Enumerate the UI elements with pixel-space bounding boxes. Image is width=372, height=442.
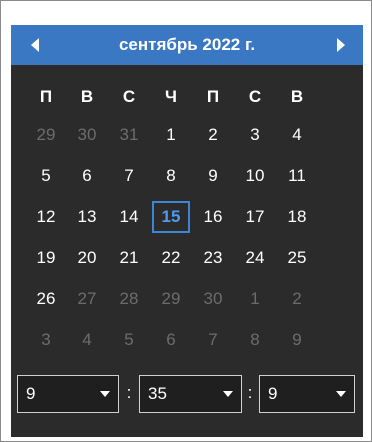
hour-select[interactable]: 9 [17, 375, 119, 413]
hour-value: 9 [26, 384, 36, 403]
day-cell[interactable]: 8 [236, 324, 274, 356]
next-month-button[interactable] [321, 25, 361, 65]
day-cell[interactable]: 21 [110, 242, 148, 274]
day-cell[interactable]: 25 [278, 242, 316, 274]
time-selector: 9 : 35 : 9 [11, 375, 363, 415]
day-cell[interactable]: 9 [278, 324, 316, 356]
triangle-right-icon [337, 38, 345, 52]
triangle-left-icon [31, 38, 39, 52]
day-cell[interactable]: 11 [278, 160, 316, 192]
day-cell[interactable]: 19 [27, 242, 65, 274]
day-cell[interactable]: 28 [110, 283, 148, 315]
day-cell[interactable]: 4 [68, 324, 106, 356]
weekday-label: П [206, 87, 220, 106]
day-cell[interactable]: 1 [236, 283, 274, 315]
prev-month-button[interactable] [15, 25, 55, 65]
day-cell[interactable]: 7 [110, 160, 148, 192]
weekday-header-row: ПВСЧПСВ [11, 77, 363, 117]
weekday-label: В [290, 87, 304, 106]
day-cell[interactable]: 17 [236, 201, 274, 233]
day-cell[interactable]: 7 [194, 324, 232, 356]
day-cell[interactable]: 6 [152, 324, 190, 356]
day-cell[interactable]: 5 [27, 160, 65, 192]
day-cell[interactable]: 3 [236, 119, 274, 151]
day-cell[interactable]: 5 [110, 324, 148, 356]
calendar-header: сентябрь 2022 г. [11, 25, 363, 65]
day-cell[interactable]: 22 [152, 242, 190, 274]
date-time-picker: сентябрь 2022 г. ПВСЧПСВ 29 30 31 1 2 3 4 5 6 7 8 9… [0, 0, 372, 442]
chevron-down-icon [223, 391, 233, 397]
weekday-label: В [80, 87, 94, 106]
weekday-label: С [122, 87, 136, 106]
weekday-label: Ч [165, 87, 177, 106]
time-separator: : [126, 383, 132, 402]
day-cell[interactable]: 2 [278, 283, 316, 315]
day-cell[interactable]: 6 [68, 160, 106, 192]
minute-select[interactable]: 35 [139, 375, 242, 413]
day-cell[interactable]: 4 [278, 119, 316, 151]
day-cell-today[interactable]: 15 [152, 201, 190, 233]
chevron-down-icon [336, 391, 346, 397]
day-cell[interactable]: 27 [68, 283, 106, 315]
third-select[interactable]: 9 [259, 375, 355, 413]
third-value: 9 [268, 384, 278, 403]
day-cell[interactable]: 24 [236, 242, 274, 274]
day-cell[interactable]: 13 [68, 201, 106, 233]
day-cell[interactable]: 29 [152, 283, 190, 315]
day-cell[interactable]: 3 [27, 324, 65, 356]
day-cell[interactable]: 12 [27, 201, 65, 233]
weekday-label: С [248, 87, 262, 106]
day-cell[interactable]: 18 [278, 201, 316, 233]
month-year-title[interactable]: сентябрь 2022 г. [71, 25, 303, 65]
day-cell[interactable]: 16 [194, 201, 232, 233]
day-cell[interactable]: 30 [194, 283, 232, 315]
day-cell[interactable]: 29 [27, 119, 65, 151]
day-cell[interactable]: 31 [110, 119, 148, 151]
day-cell[interactable]: 2 [194, 119, 232, 151]
day-cell[interactable]: 9 [194, 160, 232, 192]
day-cell[interactable]: 20 [68, 242, 106, 274]
day-cell[interactable]: 8 [152, 160, 190, 192]
time-separator: : [247, 383, 253, 402]
day-grid: 29 30 31 1 2 3 4 5 6 7 8 9 10 11 12 13 14 15 16 17 18 19 20 21 2… [11, 119, 363, 363]
day-cell[interactable]: 14 [110, 201, 148, 233]
day-cell[interactable]: 26 [27, 283, 65, 315]
day-cell[interactable]: 10 [236, 160, 274, 192]
minute-value: 35 [148, 384, 167, 403]
day-cell[interactable]: 30 [68, 119, 106, 151]
calendar-panel: сентябрь 2022 г. ПВСЧПСВ 29 30 31 1 2 3 4 5 6 7 8 9… [11, 25, 363, 437]
weekday-label: П [39, 87, 53, 106]
chevron-down-icon [100, 391, 110, 397]
day-cell[interactable]: 1 [152, 119, 190, 151]
day-cell[interactable]: 23 [194, 242, 232, 274]
